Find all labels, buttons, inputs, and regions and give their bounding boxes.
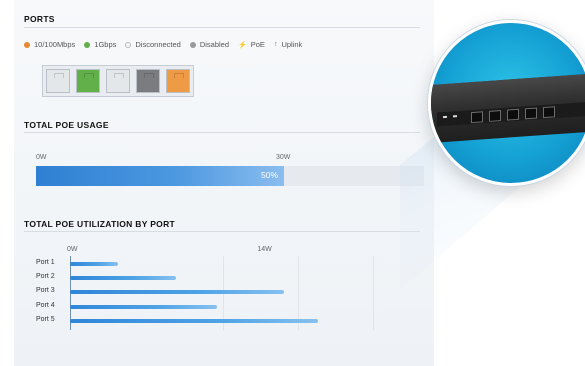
chart-category-label: Port 3 — [36, 287, 55, 295]
ethernet-jack — [507, 108, 519, 121]
chart-bar — [70, 290, 284, 295]
port-notch — [84, 73, 94, 78]
poe-by-port-title: TOTAL POE UTILIZATION BY PORT — [24, 219, 175, 229]
poe-usage-fill — [36, 166, 285, 186]
port-3[interactable] — [106, 69, 130, 93]
port-1[interactable] — [46, 69, 70, 93]
section-divider — [24, 27, 420, 28]
port-notch — [144, 73, 154, 78]
arrow-up-icon: ↑ — [273, 41, 278, 48]
legend-poe: ⚡ PoE — [238, 40, 265, 49]
section-divider — [24, 231, 420, 232]
port-4[interactable] — [136, 69, 160, 93]
legend-uplink: ↑ Uplink — [273, 40, 303, 49]
green-dot-icon — [84, 41, 91, 48]
legend-10-100: 10/100Mbps — [24, 40, 75, 49]
ports-title: PORTS — [24, 14, 55, 24]
orange-dot-icon — [24, 41, 30, 48]
chart-bar — [70, 276, 177, 281]
ethernet-jack — [489, 110, 501, 122]
port-2[interactable] — [76, 69, 100, 93]
chart-category-label: Port 1 — [36, 259, 55, 266]
status-led — [453, 115, 457, 118]
switch-image — [431, 73, 585, 143]
port-5[interactable] — [166, 69, 190, 93]
gray-dot-icon — [189, 41, 196, 48]
empty-dot-icon — [125, 41, 132, 48]
ethernet-jack — [543, 106, 555, 119]
legend-1gbps: 1Gbps — [84, 40, 116, 49]
chart-category-label: Port 4 — [36, 301, 55, 309]
ethernet-jack — [525, 107, 537, 120]
ports-panel: PORTS 10/100Mbps 1Gbps Disconnected Disa… — [14, 0, 434, 366]
chart-category-label: Port 2 — [36, 273, 55, 281]
port-grid — [42, 65, 194, 97]
port-notch — [54, 73, 64, 78]
ethernet-jack — [471, 111, 483, 124]
chart-tick-label: 14W — [257, 246, 272, 253]
port-notch — [114, 73, 124, 78]
usage-mid-label: 30W — [276, 154, 291, 161]
poe-usage-title: TOTAL POE USAGE — [24, 120, 109, 130]
chart-gridline — [372, 256, 374, 330]
usage-min-label: 0W — [36, 154, 47, 161]
switch-magnifier — [428, 20, 585, 186]
chart-bar — [70, 318, 318, 323]
legend-disabled: Disabled — [189, 40, 229, 49]
bolt-icon: ⚡ — [238, 41, 247, 49]
legend-disconnected: Disconnected — [125, 40, 181, 49]
chart-tick-label: 0W — [67, 246, 78, 253]
section-divider — [24, 132, 420, 133]
chart-bar — [70, 262, 118, 266]
port-notch — [174, 73, 184, 78]
chart-bar — [70, 304, 217, 309]
status-led — [443, 115, 447, 119]
port-legend: 10/100Mbps 1Gbps Disconnected Disabled ⚡… — [24, 40, 302, 49]
poe-usage-percent: 50% — [261, 170, 279, 180]
poe-usage-bar — [36, 166, 424, 186]
chart-category-label: Port 5 — [36, 315, 55, 323]
